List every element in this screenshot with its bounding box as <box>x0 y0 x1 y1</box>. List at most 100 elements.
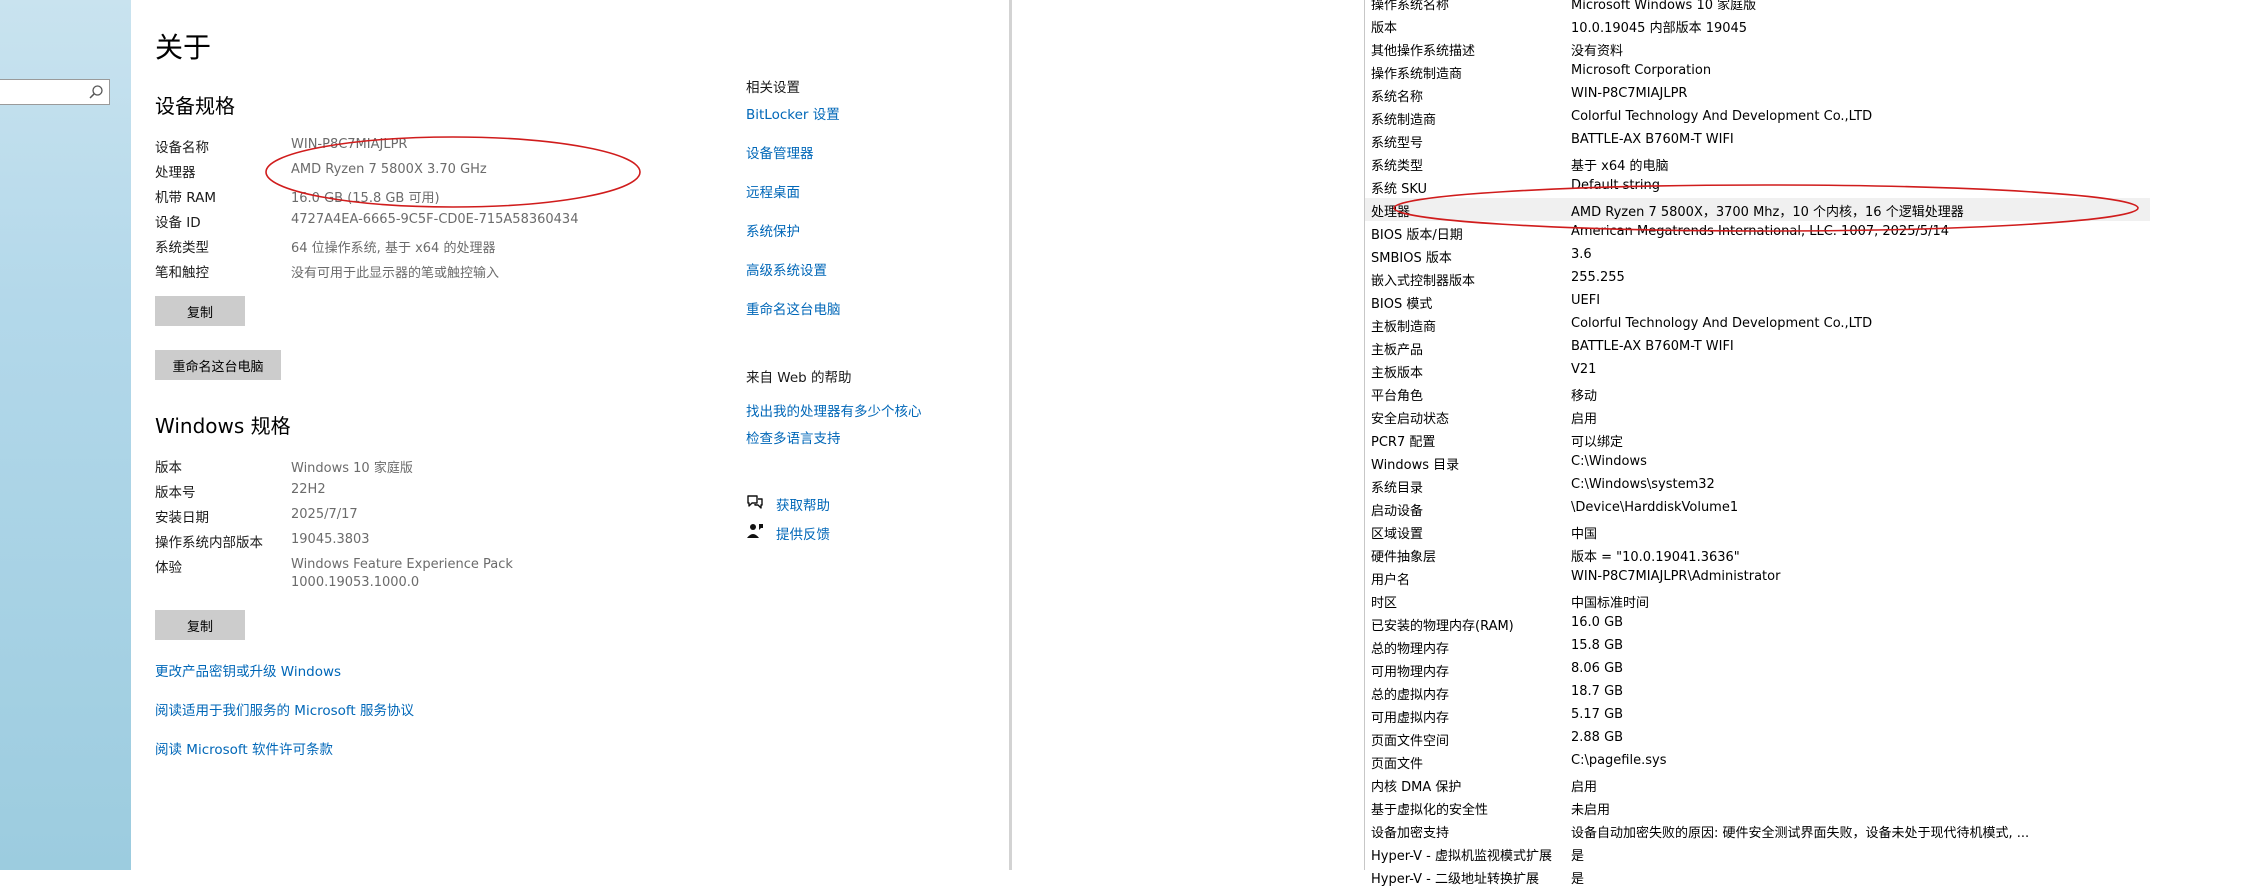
system-info-row[interactable]: SMBIOS 版本 3.6 <box>1365 244 2150 267</box>
system-info-row[interactable]: Hyper-V - 虚拟机监视模式扩展 是 <box>1365 842 2150 865</box>
system-info-item: 系统 SKU <box>1371 182 1428 197</box>
license-terms-link[interactable]: 阅读 Microsoft 软件许可条款 <box>155 738 333 758</box>
system-info-value: 16.0 GB <box>1571 615 1624 630</box>
system-info-row[interactable]: 其他操作系统描述 没有资料 <box>1365 37 2150 60</box>
spec-label-pen-touch: 笔和触控 <box>155 265 209 281</box>
system-info-item: Hyper-V - 虚拟机监视模式扩展 <box>1371 849 1553 864</box>
system-info-row[interactable]: 总的物理内存 15.8 GB <box>1365 635 2150 658</box>
system-info-row[interactable]: 可用物理内存 8.06 GB <box>1365 658 2150 681</box>
spec-value-pen-touch: 没有可用于此显示器的笔或触控输入 <box>291 266 500 281</box>
system-info-row[interactable]: 主板版本 V21 <box>1365 359 2150 382</box>
page-title: 关于 <box>155 31 212 64</box>
system-info-row[interactable]: 系统型号 BATTLE-AX B760M-T WIFI <box>1365 129 2150 152</box>
copy-windows-specs-button[interactable]: 复制 <box>155 610 245 640</box>
system-info-row[interactable]: 平台角色 移动 <box>1365 382 2150 405</box>
system-info-row[interactable]: 操作系统制造商 Microsoft Corporation <box>1365 60 2150 83</box>
system-info-row[interactable]: 启动设备 \Device\HarddiskVolume1 <box>1365 497 2150 520</box>
copy-device-specs-button[interactable]: 复制 <box>155 296 245 326</box>
system-info-row[interactable]: 页面文件空间 2.88 GB <box>1365 727 2150 750</box>
system-info-row[interactable]: 硬件抽象层 版本 = "10.0.19041.3636" <box>1365 543 2150 566</box>
system-info-row[interactable]: 内核 DMA 保护 启用 <box>1365 773 2150 796</box>
system-info-item: 启动设备 <box>1371 504 1424 519</box>
system-info-row[interactable]: 区域设置 中国 <box>1365 520 2150 543</box>
system-info-value: BATTLE-AX B760M-T WIFI <box>1571 339 1734 354</box>
system-info-row[interactable]: PCR7 配置 可以绑定 <box>1365 428 2150 451</box>
system-info-row[interactable]: 用户名 WIN-P8C7MIAJLPR\Administrator <box>1365 566 2150 589</box>
spec-value-experience-version: 1000.19053.1000.0 <box>291 575 420 590</box>
feedback-link[interactable]: 提供反馈 <box>776 523 830 543</box>
system-info-item: 系统类型 <box>1371 159 1424 174</box>
system-info-row[interactable]: 主板产品 BATTLE-AX B760M-T WIFI <box>1365 336 2150 359</box>
system-info-row[interactable]: 安全启动状态 启用 <box>1365 405 2150 428</box>
system-info-value: 10.0.19045 内部版本 19045 <box>1571 21 1748 36</box>
system-info-item: 可用虚拟内存 <box>1371 711 1450 726</box>
related-link-remote-desktop[interactable]: 远程桌面 <box>746 181 800 201</box>
system-info-row[interactable]: 版本 10.0.19045 内部版本 19045 <box>1365 14 2150 37</box>
spec-label-device-name: 设备名称 <box>155 140 209 156</box>
spec-value-device-id: 4727A4EA-6665-9C5F-CD0E-715A58360434 <box>291 212 579 227</box>
related-link-device-manager[interactable]: 设备管理器 <box>746 142 814 162</box>
system-info-item: 内核 DMA 保护 <box>1371 780 1462 795</box>
related-link-system-protection[interactable]: 系统保护 <box>746 220 800 240</box>
system-info-row[interactable]: 基于虚拟化的安全性 未启用 <box>1365 796 2150 819</box>
web-help-link-cores[interactable]: 找出我的处理器有多少个核心 <box>746 400 922 420</box>
system-info-value: AMD Ryzen 7 5800X，3700 Mhz，10 个内核，16 个逻辑… <box>1571 205 1964 220</box>
system-info-value: 是 <box>1571 849 1585 864</box>
system-info-value: 未启用 <box>1571 803 1611 818</box>
spec-value-os-build: 19045.3803 <box>291 532 370 547</box>
web-help-link-language[interactable]: 检查多语言支持 <box>746 427 841 447</box>
system-info-row[interactable]: 嵌入式控制器版本 255.255 <box>1365 267 2150 290</box>
system-info-row[interactable]: 可用虚拟内存 5.17 GB <box>1365 704 2150 727</box>
system-info-value: 2.88 GB <box>1571 730 1624 745</box>
get-help-link[interactable]: 获取帮助 <box>776 494 830 514</box>
system-info-value: \Device\HarddiskVolume1 <box>1571 500 1739 515</box>
system-info-row[interactable]: BIOS 模式 UEFI <box>1365 290 2150 313</box>
system-info-row[interactable]: 主板制造商 Colorful Technology And Development… <box>1365 313 2150 336</box>
web-help-heading: 来自 Web 的帮助 <box>746 370 852 386</box>
spec-label-device-id: 设备 ID <box>155 215 201 231</box>
related-link-bitlocker[interactable]: BitLocker 设置 <box>746 103 840 123</box>
system-info-item: 区域设置 <box>1371 527 1424 542</box>
system-info-row[interactable]: 总的虚拟内存 18.7 GB <box>1365 681 2150 704</box>
system-info-item: 系统型号 <box>1371 136 1424 151</box>
spec-label-experience: 体验 <box>155 560 182 576</box>
system-info-item: BIOS 模式 <box>1371 297 1433 312</box>
system-info-item: 处理器 <box>1371 205 1411 220</box>
search-input[interactable] <box>0 79 110 105</box>
system-info-row[interactable]: 已安装的物理内存(RAM) 16.0 GB <box>1365 612 2150 635</box>
system-info-item: 可用物理内存 <box>1371 665 1450 680</box>
window-edge <box>1009 0 1012 870</box>
rename-pc-button[interactable]: 重命名这台电脑 <box>155 350 281 380</box>
spec-value-device-name: WIN-P8C7MIAJLPR <box>291 137 408 152</box>
system-info-row[interactable]: Windows 目录 C:\Windows <box>1365 451 2150 474</box>
system-info-row[interactable]: 系统名称 WIN-P8C7MIAJLPR <box>1365 83 2150 106</box>
system-info-row[interactable]: 系统制造商 Colorful Technology And Development… <box>1365 106 2150 129</box>
system-info-row[interactable]: 处理器 AMD Ryzen 7 5800X，3700 Mhz，10 个内核，16 … <box>1365 198 2150 221</box>
system-info-value: WIN-P8C7MIAJLPR\Administrator <box>1571 569 1781 584</box>
system-info-row[interactable]: 页面文件 C:\pagefile.sys <box>1365 750 2150 773</box>
system-info-value: 中国 <box>1571 527 1598 542</box>
services-agreement-link[interactable]: 阅读适用于我们服务的 Microsoft 服务协议 <box>155 699 414 719</box>
related-settings-heading: 相关设置 <box>746 80 800 96</box>
system-info-row[interactable]: BIOS 版本/日期 American Megatrends Internatio… <box>1365 221 2150 244</box>
system-info-item: 页面文件空间 <box>1371 734 1450 749</box>
system-info-row[interactable]: Hyper-V - 二级地址转换扩展 是 <box>1365 865 2150 888</box>
system-info-row[interactable]: 系统类型 基于 x64 的电脑 <box>1365 152 2150 175</box>
system-info-value: UEFI <box>1571 293 1601 308</box>
system-info-value: Default string <box>1571 178 1660 193</box>
spec-label-processor: 处理器 <box>155 165 196 181</box>
change-product-key-link[interactable]: 更改产品密钥或升级 Windows <box>155 660 341 680</box>
system-info-value: 3.6 <box>1571 247 1592 262</box>
system-info-value: 版本 = "10.0.19041.3636" <box>1571 550 1740 565</box>
related-link-rename-pc[interactable]: 重命名这台电脑 <box>746 298 841 318</box>
system-info-item: 设备加密支持 <box>1371 826 1450 841</box>
related-link-advanced-settings[interactable]: 高级系统设置 <box>746 259 827 279</box>
system-info-value: Colorful Technology And Development Co.,… <box>1571 109 1873 124</box>
system-info-value: 是 <box>1571 872 1585 887</box>
system-info-row[interactable]: 时区 中国标准时间 <box>1365 589 2150 612</box>
system-info-row[interactable]: 设备加密支持 设备自动加密失败的原因: 硬件安全测试界面失败，设备未处于现代待机模… <box>1365 819 2150 842</box>
system-info-row[interactable]: 操作系统名称 Microsoft Windows 10 家庭版 <box>1365 0 2150 14</box>
system-info-row[interactable]: 系统 SKU Default string <box>1365 175 2150 198</box>
spec-value-ram: 16.0 GB (15.8 GB 可用) <box>291 191 440 206</box>
system-info-row[interactable]: 系统目录 C:\Windows\system32 <box>1365 474 2150 497</box>
